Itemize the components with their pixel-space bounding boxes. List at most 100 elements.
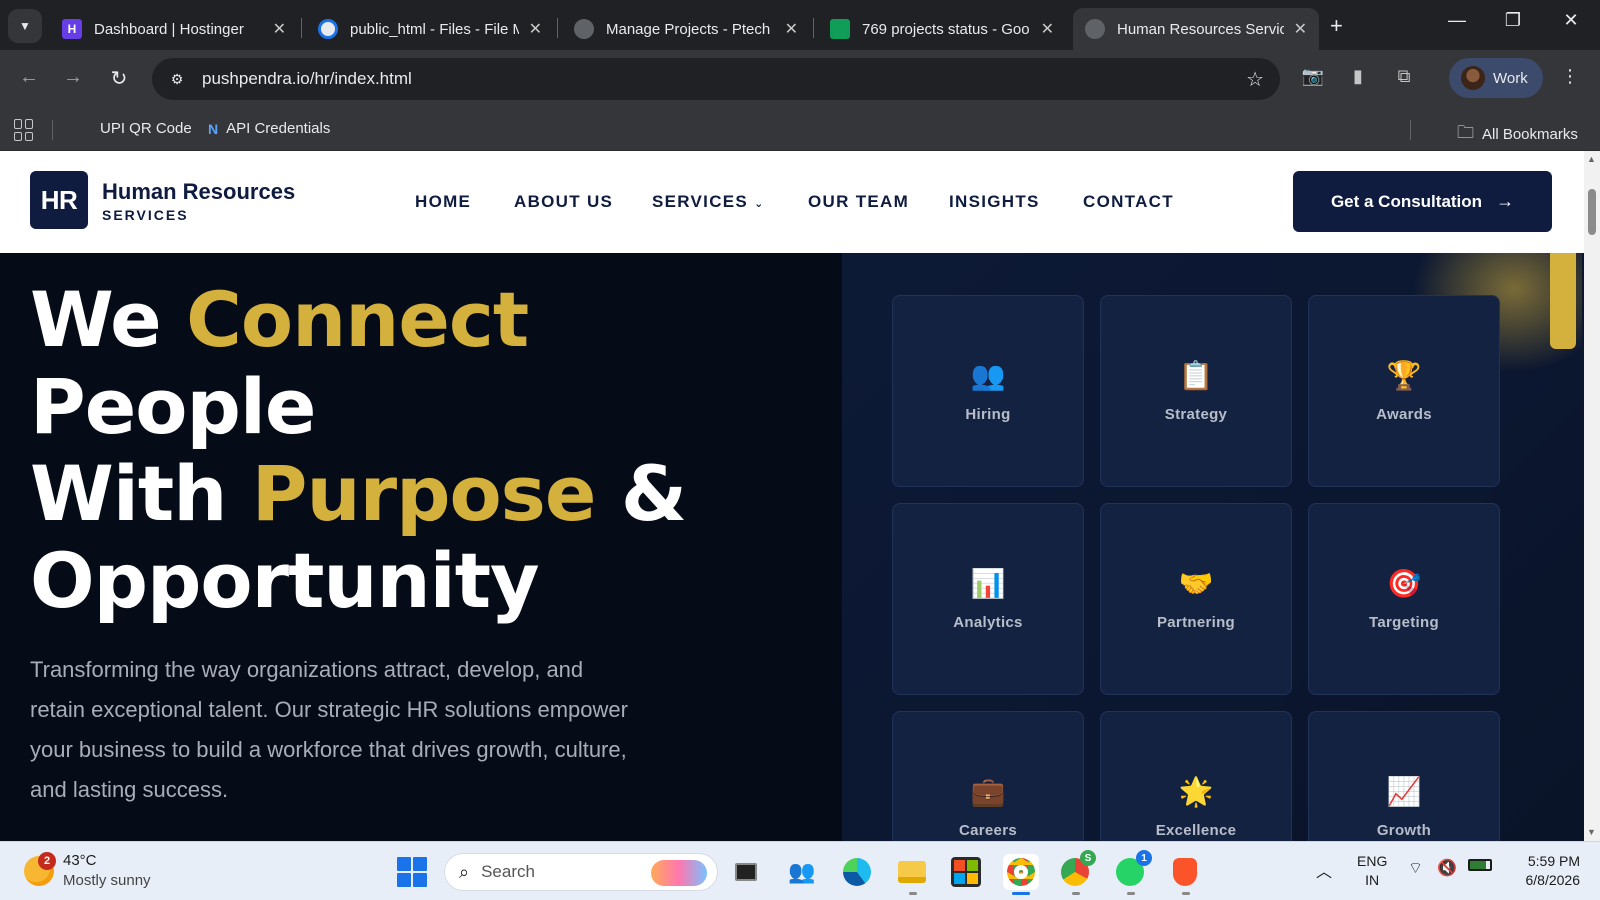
weather-condition[interactable]: Mostly sunny (63, 872, 151, 889)
language-region: IN (1365, 872, 1380, 888)
site-info-icon[interactable]: ⚙ (166, 68, 188, 90)
brave-icon[interactable] (1167, 854, 1203, 890)
card-careers[interactable]: 💼 Careers (892, 711, 1084, 841)
volume-muted-icon[interactable]: 🔇 (1437, 858, 1457, 878)
hero-heading-line-3: With Purpose & (30, 449, 687, 538)
tab-hostinger[interactable]: H Dashboard | Hostinger ✕ (50, 8, 298, 50)
cta-label: Get a Consultation (1330, 191, 1483, 211)
wifi-icon[interactable]: ⌔ (1408, 858, 1423, 878)
close-icon[interactable]: ✕ (1294, 19, 1307, 39)
apps-grid-icon[interactable] (14, 119, 36, 141)
all-bookmarks-button[interactable]: 🗀 All Bookmarks (1457, 120, 1578, 149)
card-excellence[interactable]: 🌟 Excellence (1100, 711, 1292, 841)
bookmark-api-credentials[interactable]: N API Credentials (208, 120, 330, 137)
taskbar-search[interactable]: ⌕ Search (444, 853, 718, 891)
card-growth[interactable]: 📈 Growth (1308, 711, 1500, 841)
address-bar[interactable]: ⚙ pushpendra.io/hr/index.html ☆ (152, 58, 1280, 100)
running-indicator (1127, 892, 1135, 895)
tab-separator (301, 18, 302, 38)
tab-sheets[interactable]: 769 projects status - Goo ✕ (818, 8, 1066, 50)
url-text[interactable]: pushpendra.io/hr/index.html (202, 69, 412, 89)
nav-contact[interactable]: CONTACT (1083, 192, 1174, 212)
nav-home[interactable]: HOME (415, 192, 471, 212)
nav-about-us[interactable]: ABOUT US (514, 192, 613, 212)
back-button[interactable]: ← (16, 66, 42, 89)
card-hiring[interactable]: 👥 Hiring (892, 295, 1084, 487)
close-icon[interactable]: ✕ (785, 19, 798, 39)
get-consultation-button[interactable]: Get a Consultation → (1293, 171, 1552, 232)
gold-accent-bar (1550, 253, 1576, 349)
trend-chart-icon: 📈 (1386, 775, 1422, 807)
trophy-icon: 🏆 (1386, 359, 1422, 391)
star-icon: 🌟 (1178, 775, 1214, 807)
minimize-button[interactable]: — (1442, 10, 1472, 31)
card-label: Analytics (953, 614, 1023, 631)
camera-icon[interactable]: 📷 (1300, 66, 1326, 87)
sheets-icon (830, 19, 850, 39)
tab-title: Dashboard | Hostinger (94, 20, 244, 38)
tab-manage-projects[interactable]: Manage Projects - Ptech ✕ (562, 8, 810, 50)
profile-label: Work (1493, 69, 1528, 87)
nav-our-team[interactable]: OUR TEAM (808, 192, 909, 212)
card-partnering[interactable]: 🤝 Partnering (1100, 503, 1292, 695)
tab-human-resources[interactable]: Human Resources Service ✕ (1073, 8, 1319, 50)
task-view-icon[interactable] (728, 854, 764, 890)
card-strategy[interactable]: 📋 Strategy (1100, 295, 1292, 487)
windows-start-icon[interactable] (397, 857, 427, 887)
tab-separator (557, 18, 558, 38)
page-scrollbar[interactable]: ▲ ▼ (1584, 151, 1600, 841)
tab-search-button[interactable]: ▼ (8, 9, 42, 43)
close-icon[interactable]: ✕ (529, 19, 542, 39)
people-icon: 👥 (970, 359, 1006, 391)
nav-services[interactable]: SERVICES ⌄ (652, 192, 765, 212)
bookmark-star-icon[interactable]: ☆ (1246, 67, 1264, 92)
nav-insights[interactable]: INSIGHTS (949, 192, 1040, 212)
scroll-up-arrow-icon[interactable]: ▲ (1587, 154, 1596, 164)
site-logo-title[interactable]: Human Resources (102, 179, 295, 205)
site-header: HR Human Resources SERVICES HOME ABOUT U… (0, 151, 1584, 253)
scroll-down-arrow-icon[interactable]: ▼ (1587, 827, 1596, 837)
reload-button[interactable]: ↻ (106, 66, 132, 91)
card-analytics[interactable]: 📊 Analytics (892, 503, 1084, 695)
arrow-right-icon: → (1496, 191, 1515, 211)
tab-title: public_html - Files - File M (350, 20, 519, 38)
close-icon[interactable]: ✕ (273, 19, 286, 39)
store-icon[interactable] (948, 854, 984, 890)
profile-button[interactable]: Work (1449, 58, 1543, 98)
teams-icon[interactable]: 👥 (784, 854, 820, 890)
hero-text: & (595, 449, 687, 538)
chevron-down-icon: ⌄ (754, 198, 765, 210)
language-indicator[interactable]: ENG IN (1357, 852, 1387, 890)
card-label: Strategy (1164, 406, 1228, 423)
all-bookmarks-label: All Bookmarks (1482, 126, 1578, 143)
battery-icon[interactable] (1468, 858, 1492, 876)
window-close-button[interactable]: ✕ (1556, 10, 1586, 31)
site-logo-mark[interactable]: HR (30, 171, 88, 229)
card-targeting[interactable]: 🎯 Targeting (1308, 503, 1500, 695)
system-clock[interactable]: 5:59 PM 6/8/2026 (1508, 852, 1581, 890)
edge-icon[interactable] (839, 854, 875, 890)
hostinger-icon: H (62, 19, 82, 39)
chevron-up-icon[interactable]: ︿ (1316, 858, 1332, 882)
card-awards[interactable]: 🏆 Awards (1308, 295, 1500, 487)
forward-button[interactable]: → (60, 66, 86, 89)
menu-kebab-icon[interactable]: ⋮ (1557, 66, 1583, 87)
close-icon[interactable]: ✕ (1041, 19, 1054, 39)
hero-heading-line-2: People (30, 362, 316, 451)
extensions-puzzle-icon[interactable]: ⧉ (1391, 66, 1417, 87)
scrollbar-thumb[interactable] (1588, 189, 1596, 235)
page-viewport: HR Human Resources SERVICES HOME ABOUT U… (0, 151, 1584, 841)
new-tab-button[interactable]: + (1330, 13, 1343, 39)
hero-highlight: Connect (186, 275, 529, 364)
bookmark-upi-qr[interactable]: UPI QR Code (100, 120, 192, 137)
bookmark-logo-icon: N (208, 120, 219, 137)
briefcase-icon: 💼 (970, 775, 1006, 807)
extension-doc-icon[interactable]: ▮ (1345, 66, 1371, 87)
file-explorer-icon[interactable] (894, 854, 930, 890)
tab-file-manager[interactable]: public_html - Files - File M ✕ (306, 8, 554, 50)
chrome-work-icon[interactable] (1003, 854, 1039, 890)
restore-button[interactable]: ❐ (1498, 10, 1528, 31)
chrome-profile-badge: S (1080, 850, 1096, 866)
tab-title: Manage Projects - Ptech (606, 20, 771, 38)
weather-temperature[interactable]: 43°C (63, 852, 97, 869)
